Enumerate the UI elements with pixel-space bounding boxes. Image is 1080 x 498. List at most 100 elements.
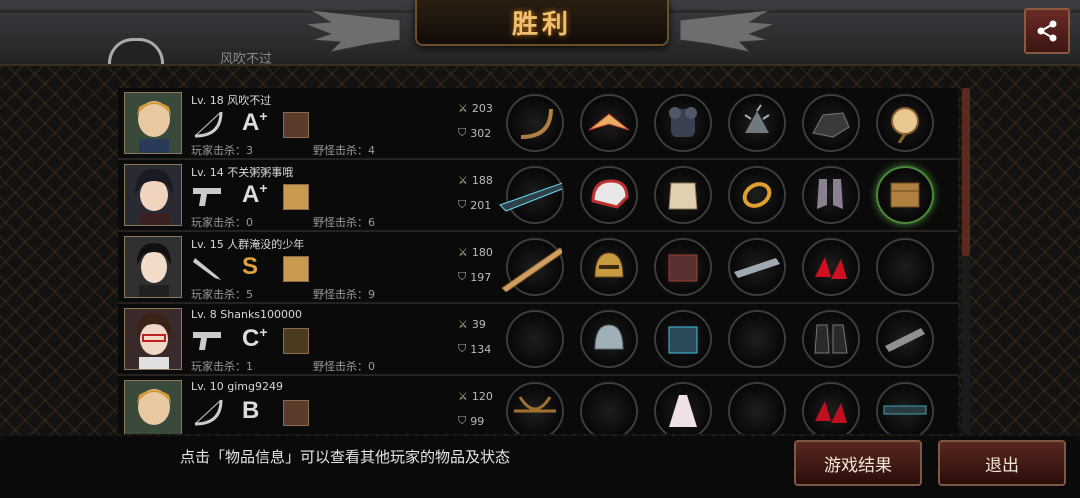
monster-kills: 野怪击杀：4 <box>313 144 375 157</box>
defense-stat: ⛉ 197 <box>458 270 492 284</box>
item-slot[interactable] <box>580 94 638 152</box>
item-slot[interactable] <box>654 238 712 296</box>
player-grade: S <box>242 253 259 280</box>
item-slot[interactable] <box>728 166 786 224</box>
item-slot[interactable] <box>802 94 860 152</box>
crossbow-icon <box>514 396 556 413</box>
item-slot[interactable] <box>506 382 564 434</box>
crossed-swords-icon: ⚔ <box>458 390 468 403</box>
player-level-name: Lv. 10 gimg9249 <box>191 380 284 393</box>
shield-icon: ⛉ <box>458 270 467 283</box>
avatar <box>124 308 182 370</box>
bow-icon <box>194 111 223 138</box>
item-slot[interactable] <box>580 382 638 434</box>
scroll-thumb[interactable] <box>962 88 970 256</box>
skill-icon <box>283 400 309 426</box>
player-row[interactable]: Lv. 18 风吹不过 A+ 玩家击杀：3 野怪击杀：4 ⚔ 203 ⛉ 302 <box>118 88 958 160</box>
player-results-list[interactable]: Lv. 18 风吹不过 A+ 玩家击杀：3 野怪击杀：4 ⚔ 203 ⛉ 302 L… <box>118 86 958 434</box>
attack-stat: ⚔ 39 <box>458 318 486 331</box>
item-slot[interactable] <box>802 310 860 368</box>
item-slot[interactable] <box>506 94 564 152</box>
defense-stat: ⛉ 201 <box>458 198 492 212</box>
item-slot[interactable] <box>728 382 786 434</box>
player-level-name: Lv. 15 人群淹没的少年 <box>191 238 305 251</box>
shield-icon: ⛉ <box>458 126 467 139</box>
item-info-hint: 点击「物品信息」可以查看其他玩家的物品及状态 <box>180 448 511 466</box>
red-heels-icon <box>815 401 847 423</box>
share-icon <box>1037 20 1057 42</box>
item-slot[interactable] <box>654 94 712 152</box>
bracer-icon <box>734 258 780 278</box>
bow-item-icon <box>520 108 553 139</box>
pistol-icon <box>193 332 221 350</box>
item-slot[interactable] <box>654 310 712 368</box>
attack-stat: ⚔ 180 <box>458 246 493 259</box>
crossed-swords-icon: ⚔ <box>458 318 468 331</box>
item-slot[interactable] <box>506 310 564 368</box>
attack-stat: ⚔ 120 <box>458 390 493 403</box>
defense-stat: ⛉ 302 <box>458 126 492 140</box>
red-armor-icon <box>668 254 698 282</box>
player-row[interactable]: Lv. 8 Shanks100000 C+ 玩家击杀：1 野怪击杀：0 ⚔ 39 … <box>118 304 958 376</box>
item-slot[interactable] <box>728 238 786 296</box>
item-slot[interactable] <box>654 382 712 434</box>
spiked-gauntlet-icon <box>744 104 770 133</box>
sword-icon <box>501 247 562 292</box>
winged-tiara-icon <box>588 113 630 131</box>
red-heels-icon <box>815 257 847 279</box>
item-slot[interactable] <box>501 238 564 296</box>
avatar <box>124 236 182 298</box>
player-row[interactable]: Lv. 10 gimg9249 B ⚔ 120 ⛉ 99 <box>118 376 958 434</box>
pistol-icon <box>193 188 221 206</box>
steel-helmet-icon <box>594 324 624 350</box>
item-slot[interactable] <box>802 166 860 224</box>
ring-icon <box>742 182 772 208</box>
boots-icon <box>817 179 843 209</box>
dress-icon <box>669 395 697 427</box>
player-kills: 玩家击杀：5 <box>191 288 253 301</box>
crossed-swords-icon: ⚔ <box>458 102 468 115</box>
avatar <box>124 92 182 154</box>
monster-kills: 野怪击杀：0 <box>313 360 375 373</box>
item-slot[interactable] <box>580 310 638 368</box>
player-grade: A+ <box>242 108 268 136</box>
scrollbar[interactable] <box>962 88 970 434</box>
right-wing-ornament <box>680 9 776 53</box>
metal-plates-icon <box>885 328 925 352</box>
item-slot[interactable] <box>654 166 712 224</box>
avatar <box>124 164 182 226</box>
blue-armor-icon <box>668 326 698 354</box>
player-level-name: Lv. 14 不关粥粥事哦 <box>191 166 294 179</box>
crossed-swords-icon: ⚔ <box>458 246 468 259</box>
skill-icon <box>283 112 309 138</box>
item-slot[interactable] <box>580 238 638 296</box>
item-slot[interactable] <box>728 94 786 152</box>
item-slot[interactable] <box>876 382 934 434</box>
item-slot[interactable] <box>802 382 860 434</box>
victory-title: 胜利 <box>511 9 572 40</box>
player-grade: A+ <box>242 180 268 208</box>
skill-icon <box>283 256 309 282</box>
player-grade: C+ <box>242 324 268 352</box>
skill-icon <box>283 328 309 354</box>
item-slot[interactable] <box>876 166 934 224</box>
player-row[interactable]: Lv. 14 不关粥粥事哦 A+ 玩家击杀：0 野怪击杀：6 ⚔ 188 ⛉ 201 <box>118 160 958 232</box>
exit-button[interactable]: 退出 <box>938 440 1066 486</box>
knife-icon <box>193 258 221 280</box>
game-results-button[interactable]: 游戏结果 <box>794 440 922 486</box>
item-slot[interactable] <box>499 166 564 224</box>
share-button[interactable] <box>1024 8 1070 54</box>
monster-kills: 野怪击杀：9 <box>313 288 375 301</box>
item-slot[interactable] <box>876 238 934 296</box>
item-slot[interactable] <box>876 94 934 152</box>
player-level-name: Lv. 8 Shanks100000 <box>191 308 303 321</box>
combat-boots-icon <box>814 324 848 354</box>
item-slot[interactable] <box>876 310 934 368</box>
item-slot[interactable] <box>580 166 638 224</box>
item-slot[interactable] <box>728 310 786 368</box>
item-slot[interactable] <box>802 238 860 296</box>
defense-stat: ⛉ 134 <box>458 342 492 356</box>
shield-icon: ⛉ <box>458 414 467 427</box>
player-row[interactable]: Lv. 15 人群淹没的少年 S 玩家击杀：5 野怪击杀：9 ⚔ 180 ⛉ 197 <box>118 232 958 304</box>
skill-icon <box>283 184 309 210</box>
